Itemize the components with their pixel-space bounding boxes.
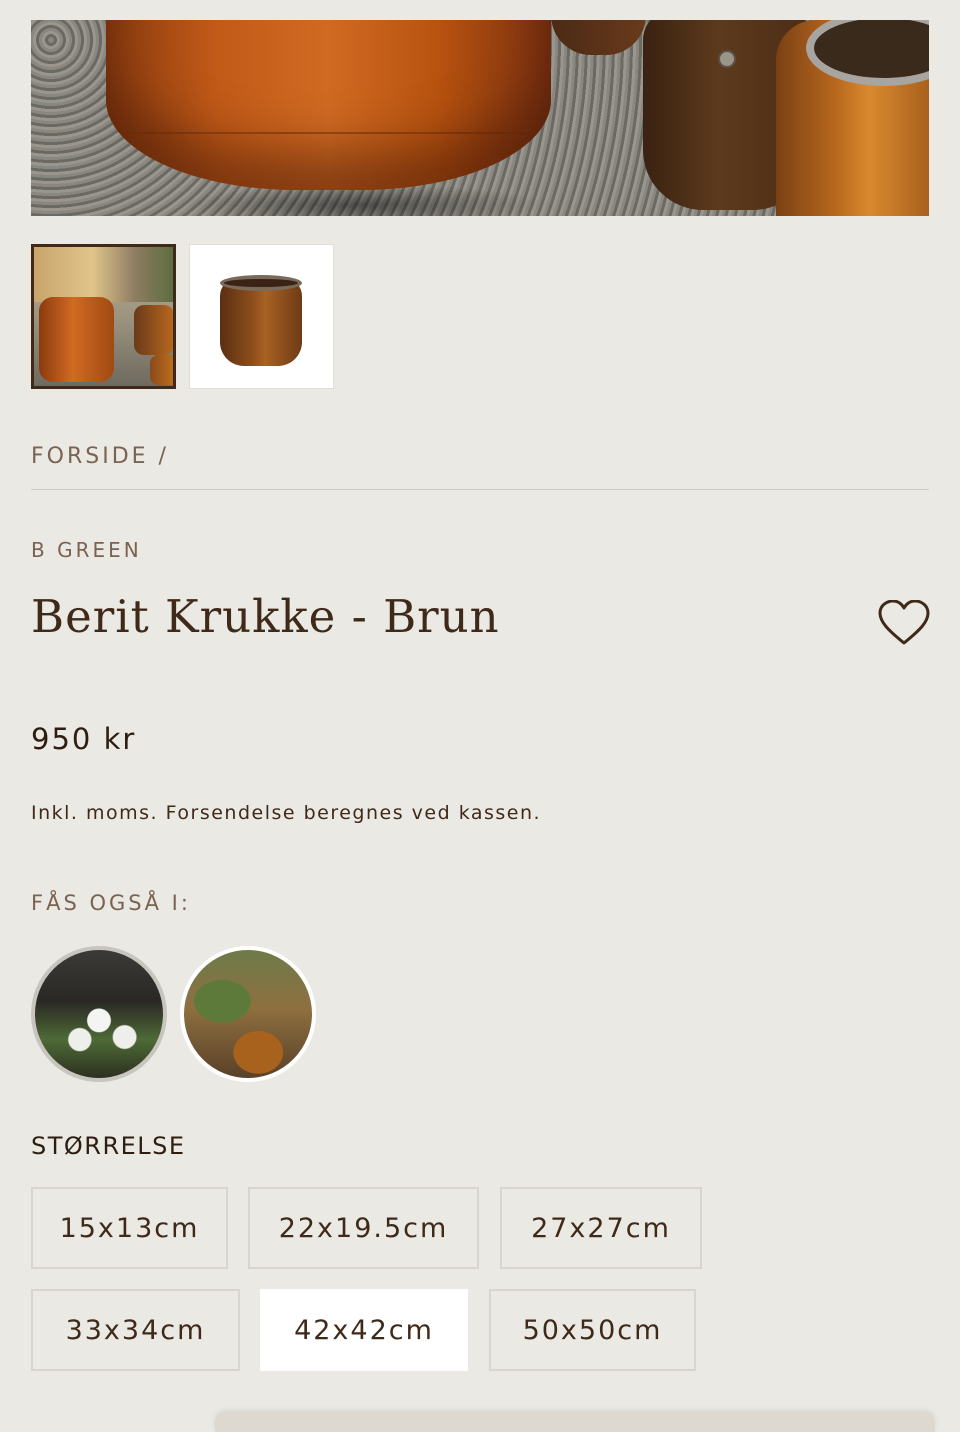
product-vendor[interactable]: B GREEN — [31, 538, 142, 562]
size-label: STØRRELSE — [31, 1132, 186, 1160]
pot-shape — [106, 20, 551, 190]
size-option-42x42[interactable]: 42x42cm — [260, 1289, 468, 1371]
variant-swatch-brown[interactable] — [180, 946, 316, 1082]
bottom-panel-edge — [215, 1412, 935, 1432]
product-price: 950 kr — [31, 722, 137, 756]
size-option-22x19.5[interactable]: 22x19.5cm — [248, 1187, 479, 1269]
thumbnail-lifestyle[interactable] — [31, 244, 176, 389]
heart-icon — [878, 599, 930, 645]
size-option-15x13[interactable]: 15x13cm — [31, 1187, 228, 1269]
product-title: Berit Krukke - Brun — [31, 590, 500, 643]
tax-note: Inkl. moms. Forsendelse beregnes ved kas… — [31, 802, 542, 824]
size-option-50x50[interactable]: 50x50cm — [489, 1289, 696, 1371]
size-option-33x34[interactable]: 33x34cm — [31, 1289, 240, 1371]
wishlist-button[interactable] — [878, 599, 930, 646]
variant-swatch-dark[interactable] — [31, 946, 167, 1082]
divider — [31, 489, 929, 490]
main-product-image — [31, 20, 929, 216]
also-available-label: FÅS OGSÅ I: — [31, 891, 191, 915]
thumbnail-product[interactable] — [189, 244, 334, 389]
size-option-27x27[interactable]: 27x27cm — [500, 1187, 702, 1269]
breadcrumb[interactable]: FORSIDE / — [31, 444, 169, 469]
